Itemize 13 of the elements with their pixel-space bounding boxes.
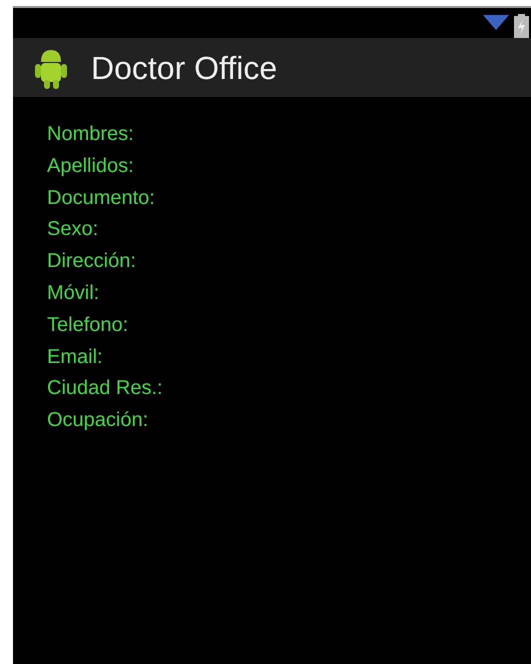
field-label: Ocupación: xyxy=(47,408,148,434)
battery-charging-icon xyxy=(514,14,529,38)
field-label: Nombres: xyxy=(47,122,134,147)
wifi-signal-icon xyxy=(482,14,510,31)
field-label: Ciudad Res.: xyxy=(47,376,163,402)
field-label: Móvil: xyxy=(47,280,100,306)
field-label: Sexo: xyxy=(47,217,98,242)
field-label: Dirección: xyxy=(47,249,136,274)
app-title: Doctor Office xyxy=(91,52,278,84)
field-label: Documento: xyxy=(47,186,155,211)
field-label: Apellidos: xyxy=(47,154,134,179)
field-label: Email: xyxy=(47,344,103,370)
field-label: Telefono: xyxy=(47,312,128,338)
